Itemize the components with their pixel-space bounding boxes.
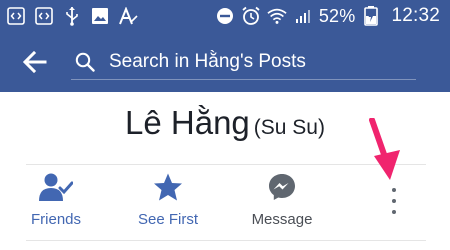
more-dot (392, 199, 396, 203)
more-vertical-icon[interactable] (386, 186, 402, 216)
divider (26, 240, 426, 241)
see-first-label: See First (137, 211, 198, 228)
system-status: 52% 12:32 (215, 5, 450, 27)
status-bar: 52% 12:32 (0, 0, 450, 32)
annotation-arrow-icon (369, 118, 400, 180)
wifi-icon (267, 6, 287, 26)
more-dot (392, 210, 396, 214)
message-button[interactable]: Message (232, 170, 332, 228)
friends-button[interactable]: Friends (6, 170, 106, 228)
search-placeholder: Search in Hằng's Posts (109, 50, 306, 72)
do-not-disturb-icon (215, 6, 235, 26)
messenger-icon (264, 170, 300, 204)
more-dot (392, 188, 396, 192)
battery-percent: 52% (318, 5, 356, 26)
code-icon (34, 6, 54, 26)
usb-icon (62, 6, 82, 26)
message-label: Message (251, 211, 313, 228)
clock: 12:32 (391, 5, 440, 26)
image-icon (90, 6, 110, 26)
friends-label: Friends (30, 211, 82, 228)
code-icon (6, 6, 26, 26)
search-icon (75, 51, 97, 73)
back-arrow-icon[interactable] (13, 40, 57, 84)
signal-icon (293, 6, 313, 26)
notification-icons (0, 6, 138, 26)
battery-charging-icon (361, 6, 381, 26)
search-input[interactable]: Search in Hằng's Posts (71, 44, 416, 80)
friends-check-icon (38, 170, 74, 204)
profile-nickname: (Su Su) (253, 116, 325, 139)
profile-name: Lê Hằng (125, 104, 250, 141)
star-icon (150, 170, 186, 204)
alarm-icon (241, 6, 261, 26)
see-first-button[interactable]: See First (118, 170, 218, 228)
search-header: Search in Hằng's Posts (0, 32, 450, 92)
text-a-icon (118, 6, 138, 26)
